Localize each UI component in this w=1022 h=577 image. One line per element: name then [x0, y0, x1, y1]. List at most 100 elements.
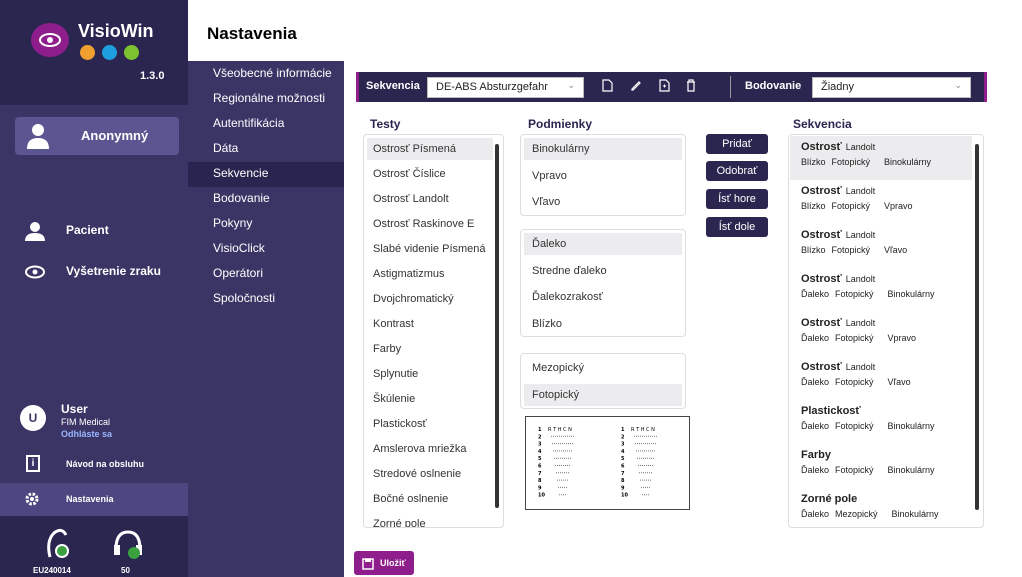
sequence-item-test-name: Ostrosť [801, 229, 842, 241]
tests-header: Testy [370, 117, 401, 131]
sequence-item-test-name: Ostrosť [801, 273, 842, 285]
nav-item-instructions[interactable]: Pokyny [213, 212, 344, 237]
chart-line-number: 2 [538, 434, 542, 440]
test-item[interactable]: Stredové oslnenie [367, 463, 493, 485]
headphones-device-icon[interactable] [111, 527, 145, 566]
sequence-item-param: Binokulárny [887, 421, 935, 431]
condition-item[interactable]: Ďalekozrakosť [524, 286, 682, 308]
sequence-item-param: Ďaleko [801, 377, 830, 387]
condition-item[interactable]: Ďaleko [524, 233, 682, 255]
sequence-item-subtype: Landolt [845, 230, 876, 240]
remove-button[interactable]: Odobrať [706, 161, 768, 181]
test-item[interactable]: Ostrosť Písmená [367, 138, 493, 160]
sequence-item-param: Ďaleko [801, 289, 830, 299]
sequence-item[interactable]: Farby Ďaleko Fotopický Binokulárny [790, 444, 972, 488]
sequence-item-param: Ďaleko [801, 421, 830, 431]
sequence-item[interactable]: Ostrosť Landolt Blízko Fotopický Vpravo [790, 180, 972, 224]
sequence-item-params: Blízko Fotopický Vľavo [801, 245, 913, 255]
sequence-item-test: Ostrosť Landolt [801, 185, 875, 197]
tests-scrollbar[interactable] [495, 144, 499, 508]
sequence-item-test: Ostrosť Landolt [801, 229, 875, 241]
nav-item-sequences[interactable]: Sekvencie [188, 162, 344, 187]
nav-item-scoring[interactable]: Bodovanie [213, 187, 344, 212]
test-item[interactable]: Zorné pole [367, 513, 493, 527]
vision-badge-icon [102, 45, 117, 60]
scoring-select-value: Žiadny [821, 81, 855, 93]
condition-group-distance: Ďaleko Stredne ďaleko Ďalekozrakosť Blízko [520, 229, 686, 337]
sequence-item[interactable]: Ostrosť Landolt Ďaleko Fotopický Vľavo [790, 356, 972, 400]
new-file-icon[interactable] [602, 79, 613, 95]
sidebar-item-patient[interactable]: Pacient [66, 223, 109, 237]
test-item[interactable]: Slabé videnie Písmená [367, 238, 493, 260]
chart-line-number: 10 [621, 493, 628, 499]
condition-item[interactable]: Mezopický [524, 357, 682, 379]
sequence-item[interactable]: Plastickosť Ďaleko Fotopický Binokulárny [790, 400, 972, 444]
test-item[interactable]: Ostrosť Raskinove E [367, 213, 493, 235]
device-1-label: EU240014 [33, 566, 71, 575]
sequence-item-test: Ostrosť Landolt [801, 141, 875, 153]
sequence-item-param: Fotopický [831, 201, 871, 211]
sidebar-item-eye-exam[interactable]: Vyšetrenie zraku [66, 264, 161, 278]
test-item[interactable]: Plastickosť [367, 413, 493, 435]
add-button[interactable]: Pridať [706, 134, 768, 154]
test-item[interactable]: Farby [367, 338, 493, 360]
gear-icon [24, 491, 40, 512]
chart-line-number: 6 [621, 464, 625, 470]
info-icon: i [26, 455, 40, 472]
move-up-button[interactable]: Ísť hore [706, 189, 768, 209]
sequence-item[interactable]: Zorné pole Ďaleko Mezopický Binokulárny [790, 488, 972, 527]
sequence-item[interactable]: Ostrosť Landolt Ďaleko Fotopický Binokulárny [790, 268, 972, 312]
test-item[interactable]: Ostrosť Číslice [367, 163, 493, 185]
sequence-item-params: Ďaleko Fotopický Binokulárny [801, 421, 941, 431]
nav-item-auth[interactable]: Autentifikácia [213, 112, 344, 137]
condition-item[interactable]: Vľavo [524, 191, 682, 213]
headset-device-icon[interactable] [40, 527, 74, 566]
nav-item-data[interactable]: Dáta [213, 137, 344, 162]
sequence-label: Sekvencia [366, 80, 420, 92]
move-down-button[interactable]: Ísť dole [706, 217, 768, 237]
edit-icon[interactable] [630, 79, 642, 94]
condition-item[interactable]: Blízko [524, 313, 682, 335]
nav-item-companies[interactable]: Spoločnosti [213, 287, 344, 312]
sequence-item-test: Ostrosť Landolt [801, 273, 875, 285]
test-item[interactable]: Škúlenie [367, 388, 493, 410]
eye-logo-icon [31, 23, 69, 57]
sequence-scrollbar[interactable] [975, 144, 979, 510]
sequence-item-test: Farby [801, 449, 831, 461]
sequence-select[interactable]: DE-ABS Absturzgefahr ⌄ [427, 77, 584, 98]
acuity-chart-preview: R T H C N 1 2 3 4 5 6 7 8 9 10 R T H C N 1 2 3 4 5 6 7 8 9 10 [525, 416, 690, 510]
condition-item[interactable]: Vpravo [524, 165, 682, 187]
condition-item[interactable]: Fotopický [524, 383, 682, 406]
nav-item-visioclick[interactable]: VisioClick [213, 237, 344, 262]
duplicate-icon[interactable] [659, 79, 670, 95]
chart-line-number: 8 [538, 478, 542, 484]
scoring-select[interactable]: Žiadny ⌄ [812, 77, 971, 98]
logout-link[interactable]: Odhláste sa [61, 429, 112, 439]
nav-item-general[interactable]: Všeobecné informácie [213, 62, 344, 87]
test-item[interactable]: Splynutie [367, 363, 493, 385]
delete-icon[interactable] [686, 79, 696, 95]
sequence-item-param: Fotopický [835, 377, 874, 387]
test-item[interactable]: Bočné oslnenie [367, 488, 493, 510]
test-item[interactable]: Kontrast [367, 313, 493, 335]
test-item[interactable]: Amslerova mriežka [367, 438, 493, 460]
test-item[interactable]: Dvojchromatický [367, 288, 493, 310]
sequence-item-test-name: Ostrosť [801, 361, 842, 373]
sequence-item[interactable]: Ostrosť Landolt Blízko Fotopický Vľavo [790, 224, 972, 268]
sequence-item-test-name: Farby [801, 449, 831, 461]
sequence-item[interactable]: Ostrosť Landolt Blízko Fotopický Binokulárny [790, 136, 972, 180]
condition-item[interactable]: Stredne ďaleko [524, 260, 682, 282]
nav-item-operators[interactable]: Operátori [213, 262, 344, 287]
chevron-down-icon: ⌄ [567, 80, 575, 90]
page-title: Nastavenia [207, 24, 297, 43]
nav-item-regional[interactable]: Regionálne možnosti [213, 87, 344, 112]
anonymous-user-button[interactable]: Anonymný [15, 117, 179, 155]
sequence-item-param: Fotopický [835, 333, 874, 343]
test-item[interactable]: Ostrosť Landolt [367, 188, 493, 210]
sequence-item[interactable]: Ostrosť Landolt Ďaleko Fotopický Vpravo [790, 312, 972, 356]
sidebar-item-manual[interactable]: Návod na obsluhu [66, 459, 144, 469]
avatar[interactable]: U [20, 405, 46, 431]
app-name: VisioWin [78, 21, 154, 41]
test-item[interactable]: Astigmatizmus [367, 263, 493, 285]
condition-item[interactable]: Binokulárny [524, 138, 682, 160]
